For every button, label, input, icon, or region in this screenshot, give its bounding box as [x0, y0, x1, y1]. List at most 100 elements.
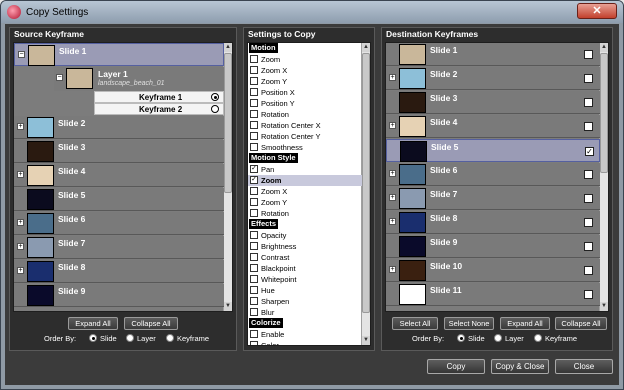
setting-checkbox[interactable] [250, 330, 258, 338]
settings-item[interactable]: Sharpen [248, 296, 362, 307]
scroll-thumb[interactable] [224, 53, 232, 193]
destination-checkbox[interactable] [584, 242, 593, 251]
settings-item[interactable]: Rotation [248, 109, 362, 120]
settings-item[interactable]: Rotation Center X [248, 120, 362, 131]
scroll-thumb[interactable] [600, 53, 608, 173]
source-scrollbar[interactable]: ▲ ▼ [223, 43, 232, 311]
scroll-up-arrow-icon[interactable]: ▲ [600, 43, 608, 52]
scroll-down-arrow-icon[interactable]: ▼ [600, 302, 608, 311]
expand-toggle-icon[interactable]: + [389, 122, 396, 129]
order-by-keyframe-radio[interactable] [166, 334, 174, 342]
keyframe-radio[interactable] [211, 105, 219, 113]
expand-toggle-icon[interactable]: + [389, 266, 396, 273]
destination-checkbox[interactable] [584, 218, 593, 227]
order-by-layer-radio[interactable] [494, 334, 502, 342]
destination-checkbox[interactable] [584, 74, 593, 83]
settings-item[interactable]: Blur [248, 307, 362, 318]
expand-toggle-icon[interactable]: + [389, 194, 396, 201]
settings-item[interactable]: Brightness [248, 241, 362, 252]
setting-checkbox[interactable] [250, 121, 258, 129]
destination-checkbox[interactable] [584, 98, 593, 107]
setting-checkbox[interactable] [250, 143, 258, 151]
setting-checkbox[interactable] [250, 55, 258, 63]
destination-checkbox[interactable] [584, 50, 593, 59]
destination-slide-row[interactable]: Slide 1 [386, 43, 600, 66]
destination-checkbox[interactable] [584, 170, 593, 179]
setting-checkbox[interactable] [250, 99, 258, 107]
destination-checkbox[interactable] [584, 122, 593, 131]
source-slide-row[interactable]: + Slide 7 [14, 236, 224, 259]
source-slide-row[interactable]: Slide 9 [14, 284, 224, 307]
settings-item[interactable]: Blackpoint [248, 263, 362, 274]
select-none-button[interactable]: Select None [444, 317, 494, 330]
source-slide-row[interactable]: Slide 5 [14, 188, 224, 211]
settings-item[interactable]: Rotation [248, 208, 362, 219]
setting-checkbox[interactable] [250, 341, 258, 345]
settings-item[interactable]: Zoom Y [248, 197, 362, 208]
destination-slide-row[interactable]: + Slide 4 [386, 115, 600, 138]
settings-item[interactable]: Rotation Center Y [248, 131, 362, 142]
destination-slide-row[interactable]: + Slide 8 [386, 211, 600, 234]
expand-toggle-icon[interactable]: + [17, 243, 24, 250]
destination-slide-row[interactable]: Slide 9 [386, 235, 600, 258]
setting-checkbox[interactable] [250, 308, 258, 316]
destination-expand-all-button[interactable]: Expand All [500, 317, 550, 330]
scroll-thumb[interactable] [362, 53, 370, 313]
setting-checkbox[interactable] [250, 231, 258, 239]
close-button[interactable]: Close [555, 359, 613, 374]
expand-toggle-icon[interactable]: + [17, 171, 24, 178]
setting-checkbox[interactable]: ✓ [250, 165, 258, 173]
destination-scrollbar[interactable]: ▲ ▼ [599, 43, 608, 311]
destination-collapse-all-button[interactable]: Collapse All [555, 317, 607, 330]
settings-item[interactable]: Zoom [248, 54, 362, 65]
destination-keyframe-list[interactable]: ▲ ▼ Slide 1 + Slide 2 Slide 3 + Slide 4 Slide … [385, 42, 609, 312]
settings-item[interactable]: Color [248, 340, 362, 345]
setting-checkbox[interactable] [250, 88, 258, 96]
expand-toggle-icon[interactable]: + [17, 123, 24, 130]
setting-checkbox[interactable] [250, 110, 258, 118]
destination-checkbox[interactable] [584, 266, 593, 275]
destination-slide-row[interactable]: Slide 3 [386, 91, 600, 114]
setting-checkbox[interactable] [250, 187, 258, 195]
destination-slide-row[interactable]: Slide 11 [386, 283, 600, 306]
setting-checkbox[interactable] [250, 132, 258, 140]
order-by-slide-radio[interactable] [89, 334, 97, 342]
setting-checkbox[interactable] [250, 242, 258, 250]
scroll-down-arrow-icon[interactable]: ▼ [362, 336, 370, 345]
scroll-down-arrow-icon[interactable]: ▼ [224, 302, 232, 311]
select-all-button[interactable]: Select All [392, 317, 438, 330]
destination-checkbox[interactable]: ✓ [585, 147, 594, 156]
expand-toggle-icon[interactable]: + [389, 170, 396, 177]
destination-checkbox[interactable] [584, 290, 593, 299]
settings-item[interactable]: Hue [248, 285, 362, 296]
source-expand-all-button[interactable]: Expand All [68, 317, 118, 330]
destination-slide-row[interactable]: + Slide 7 [386, 187, 600, 210]
copy-and-close-button[interactable]: Copy & Close [491, 359, 549, 374]
destination-slide-row[interactable]: + Slide 6 [386, 163, 600, 186]
settings-item[interactable]: Position X [248, 87, 362, 98]
window-close-button[interactable]: ✕ [577, 3, 617, 19]
layer-expand-toggle-icon[interactable]: − [56, 74, 63, 81]
setting-checkbox[interactable] [250, 198, 258, 206]
source-collapse-all-button[interactable]: Collapse All [124, 317, 178, 330]
source-slide-row[interactable]: + Slide 2 [14, 116, 224, 139]
source-slide-row[interactable]: + Slide 6 [14, 212, 224, 235]
destination-slide-row[interactable]: + Slide 10 [386, 259, 600, 282]
settings-item[interactable]: ✓ Zoom [248, 175, 362, 186]
keyframe-radio[interactable] [211, 93, 219, 101]
expand-toggle-icon[interactable]: + [17, 219, 24, 226]
copy-button[interactable]: Copy [427, 359, 485, 374]
source-slide-row[interactable]: Slide 3 [14, 140, 224, 163]
destination-checkbox[interactable] [584, 194, 593, 203]
settings-item[interactable]: Position Y [248, 98, 362, 109]
order-by-slide-radio[interactable] [457, 334, 465, 342]
order-by-layer-radio[interactable] [126, 334, 134, 342]
keyframe-row[interactable]: Keyframe 1 [94, 91, 224, 103]
scroll-up-arrow-icon[interactable]: ▲ [224, 43, 232, 52]
setting-checkbox[interactable] [250, 264, 258, 272]
settings-list[interactable]: ▲ ▼ Motion Zoom Zoom X Zoom Y Position X Posi… [247, 42, 371, 346]
source-slide-row[interactable]: − Slide 1 [14, 43, 224, 66]
settings-item[interactable]: Opacity [248, 230, 362, 241]
layer-row[interactable]: − Layer 1 landscape_beach_01 [54, 67, 224, 91]
settings-item[interactable]: Smoothness [248, 142, 362, 153]
